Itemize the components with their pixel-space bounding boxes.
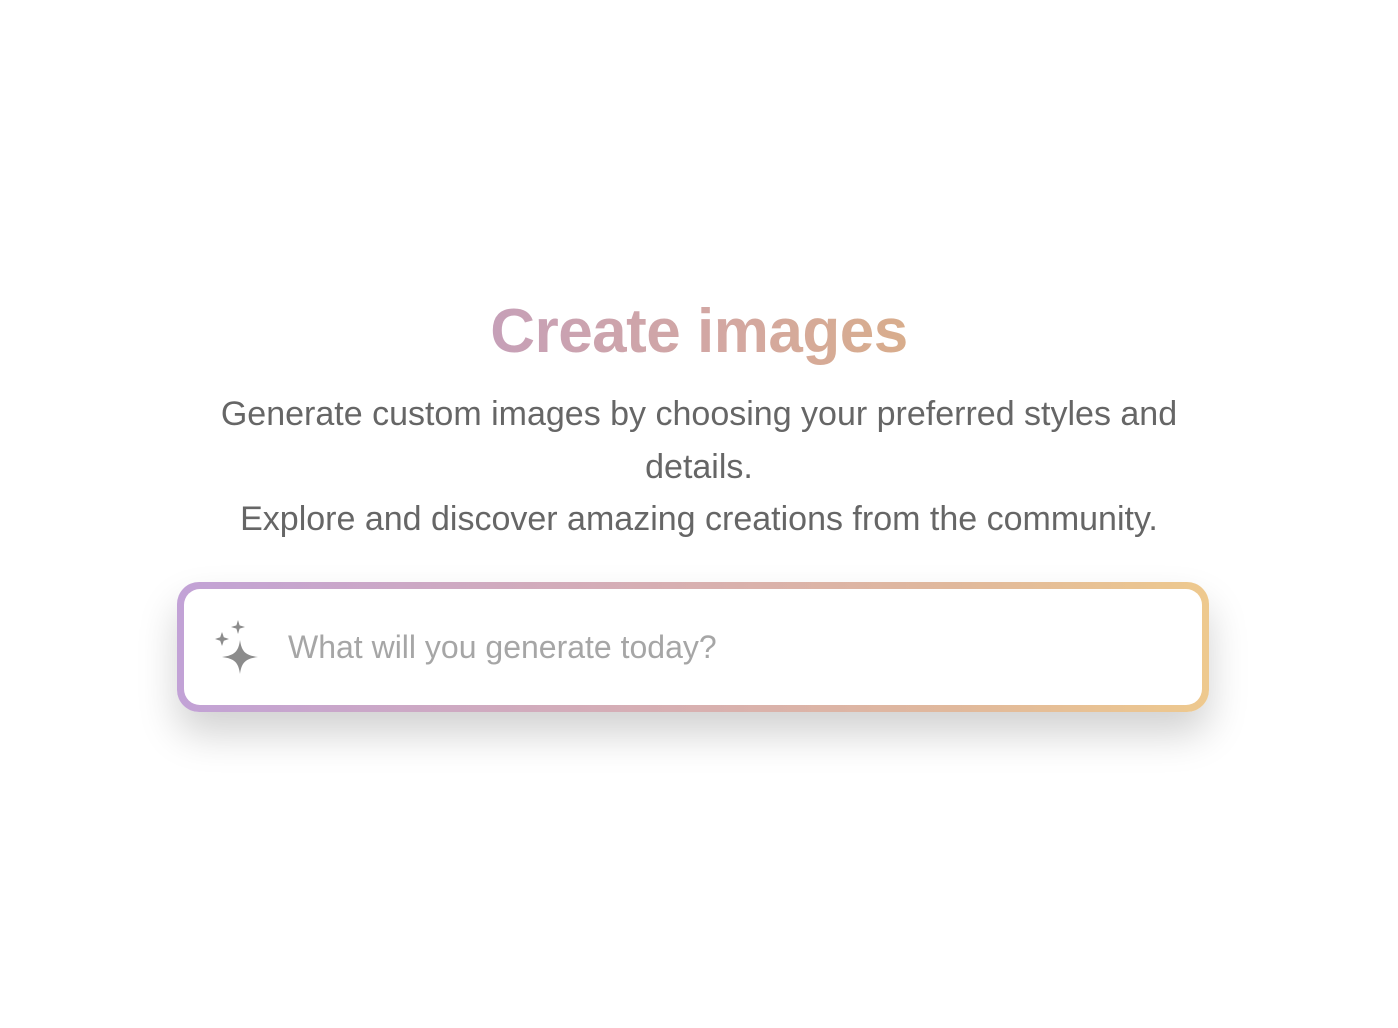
page-title: Create images [490,290,908,374]
subtitle-line: Explore and discover amazing creations f… [240,500,1158,538]
prompt-box[interactable] [177,582,1209,712]
hero-section: Create images Generate custom images by … [0,290,1398,546]
sparkles-icon [215,620,258,674]
prompt-input[interactable] [288,617,1202,677]
page-subtitle: Generate custom images by choosing your … [199,388,1199,546]
prompt-box-inner[interactable] [184,589,1202,705]
subtitle-line: Generate custom images by choosing your … [220,395,1178,486]
page: Create images Generate custom images by … [0,0,1398,1028]
